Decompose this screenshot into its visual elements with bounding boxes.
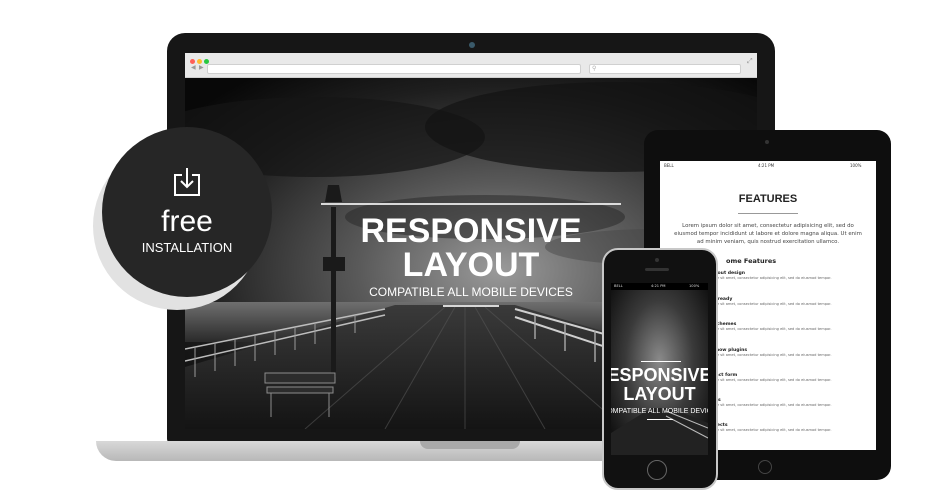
tablet-carrier: BELL — [664, 163, 674, 168]
features-title: FEATURES — [738, 193, 798, 205]
phone-battery: 100% — [689, 284, 700, 288]
phone-screen: BELL 4:21 PM 100% ESPONSIVE LAYOUT OMPAT… — [611, 283, 708, 455]
phone-status-bar: BELL 4:21 PM 100% — [611, 283, 708, 290]
address-bar[interactable] — [207, 64, 581, 74]
hero-bottom-rule — [443, 305, 499, 307]
hero-title-line1: RESPONSIVE — [360, 212, 582, 250]
feature-desc: dolor sit amet, consectetur adipisicing … — [710, 378, 832, 382]
laptop-notch — [420, 441, 520, 449]
download-icon — [174, 168, 200, 196]
feature-item: layout design dolor sit amet, consectetu… — [710, 271, 870, 280]
feature-desc: dolor sit amet, consectetur adipisicing … — [710, 302, 832, 306]
feature-item: effects dolor sit amet, consectetur adip… — [710, 423, 870, 432]
feature-desc: dolor sit amet, consectetur adipisicing … — [710, 327, 832, 331]
phone-hero-subtitle: OMPATIBLE ALL MOBILE DEVIC — [611, 408, 708, 415]
feature-item: ects dolor sit amet, consectetur adipisi… — [710, 398, 870, 407]
feature-item: ntact form dolor sit amet, consectetur a… — [710, 373, 870, 382]
back-arrow-icon[interactable]: ◀ — [191, 64, 196, 72]
laptop-camera — [469, 42, 475, 48]
phone-hero-title-line2: LAYOUT — [623, 384, 696, 404]
features-title-rule — [738, 213, 798, 214]
phone-time: 4:21 PM — [651, 284, 666, 288]
browser-search-box[interactable]: ⚲ — [589, 64, 741, 74]
phone-camera — [655, 258, 659, 262]
tablet-home-button[interactable] — [758, 460, 772, 474]
phone-hero-title-line1: ESPONSIVE — [611, 365, 708, 385]
phone-carrier: BELL — [614, 284, 623, 288]
feature-item: eshow plugins dolor sit amet, consectetu… — [710, 348, 870, 357]
search-icon: ⚲ — [592, 65, 597, 72]
feature-desc: dolor sit amet, consectetur adipisicing … — [710, 353, 832, 357]
features-intro: Lorem ipsum dolor sit amet, consectetur … — [674, 223, 862, 245]
phone-hero-bottom-rule — [647, 419, 673, 420]
tablet-camera — [765, 140, 769, 144]
forward-arrow-icon[interactable]: ▶ — [199, 64, 204, 72]
badge-label-main: free — [161, 205, 213, 238]
feature-item: ay ready dolor sit amet, consectetur adi… — [710, 297, 870, 306]
badge-label-sub: INSTALLATION — [141, 240, 233, 255]
tablet-time: 4:21 PM — [758, 163, 775, 168]
hero-top-rule — [321, 203, 621, 205]
phone-hero-top-rule — [641, 361, 681, 362]
phone-speaker — [645, 268, 669, 271]
tablet-battery: 100% — [850, 163, 862, 168]
phone-home-button[interactable] — [647, 460, 667, 480]
fullscreen-icon[interactable]: ⤢ — [747, 57, 753, 66]
feature-desc: dolor sit amet, consectetur adipisicing … — [710, 428, 832, 432]
feature-desc: dolor sit amet, consectetur adipisicing … — [710, 403, 832, 407]
browser-toolbar: ◀ ▶ ⚲ ⤢ — [185, 53, 757, 78]
features-list-heading: ome Features — [726, 257, 777, 265]
feature-desc: dolor sit amet, consectetur adipisicing … — [710, 276, 832, 280]
free-installation-badge: free INSTALLATION — [102, 127, 272, 297]
feature-item: r schemes dolor sit amet, consectetur ad… — [710, 322, 870, 331]
tablet-status-bar: BELL 4:21 PM 100% — [660, 161, 876, 170]
